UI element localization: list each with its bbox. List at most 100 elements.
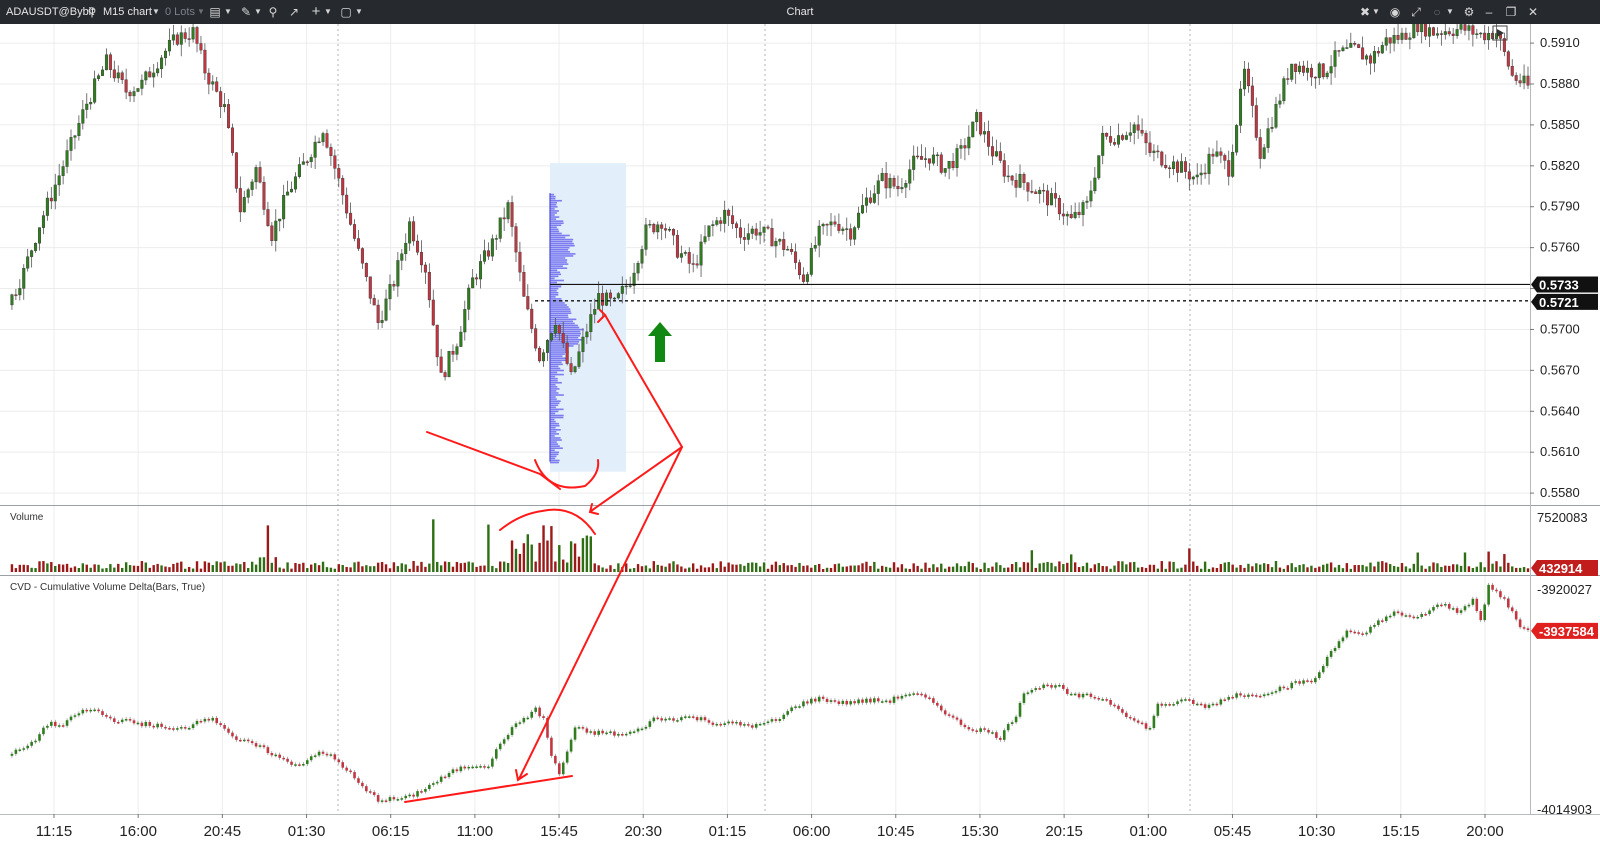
close-icon[interactable]: ✕ [1526,0,1540,24]
dropdown-arrow-icon[interactable]: ▼ [1371,0,1381,24]
volume-bar-down [723,566,726,572]
cvd-bar-up [447,773,451,778]
candle-up [1298,65,1302,72]
cvd-bar-up [10,753,14,756]
dropdown-arrow-icon[interactable]: ▼ [354,0,364,24]
volume-bar-up [1042,562,1045,572]
dropdown-arrow-icon[interactable]: ▼ [151,0,161,24]
candle-down [727,209,731,216]
volume-bar-down [1184,564,1187,572]
cvd-bar-down [262,745,266,748]
candle-up [1235,125,1239,153]
fullscreen-icon[interactable]: ⤢ [1408,0,1424,24]
candle-up [104,54,108,71]
volume-bar-down [187,566,191,572]
candle-down [1302,65,1306,73]
volume-bar-up [762,562,766,572]
volume-bar-down [554,561,557,572]
dropdown-arrow-icon[interactable]: ▼ [1445,0,1455,24]
layout-icon[interactable]: ▢ [339,0,353,24]
candle-down [112,69,116,79]
volume-bar-up [975,567,978,572]
candle-down [1211,153,1215,157]
candle-down [979,112,983,135]
chart-canvas[interactable]: Volume CVD - Cumulative Volume Delta(Bar… [0,24,1600,856]
cvd-bar-down [1381,620,1384,622]
indicator-icon[interactable]: ↗ [287,0,301,24]
profile-bar [550,253,576,255]
cvd-bar-down [223,725,226,729]
volume-bar-down [1129,562,1132,572]
candle-down [1396,35,1400,40]
volume-bar-down [1432,562,1435,572]
volume-bar-up [1262,563,1266,572]
profile-bar [550,431,557,433]
volume-bar-down [357,561,360,572]
dropdown-arrow-icon[interactable]: ▼ [223,0,233,24]
candle-down [514,226,518,253]
candle-down [892,178,896,187]
pin-icon[interactable]: ✖ [1358,0,1372,24]
price-tick-label: 0.5760 [1540,240,1580,255]
cvd-bar-up [617,734,620,736]
crosshair-icon[interactable]: + [309,0,323,24]
cvd-bar-up [1274,691,1278,693]
cvd-bar-up [1341,637,1345,642]
candle-up [388,284,392,300]
circle-icon[interactable]: ○ [1430,0,1444,24]
cvd-bar-down [1353,631,1357,634]
dropdown-arrow-icon[interactable]: ▼ [196,0,206,24]
profile-bar [550,269,558,272]
volume-bar-down [668,563,671,572]
candle-down [687,252,691,264]
candle-down [502,217,506,220]
symbol-label[interactable]: ADAUSDT@Bybit [6,0,94,24]
volume-bar-down [542,525,545,572]
profile-bar [550,206,558,208]
dropdown-arrow-icon[interactable]: ▼ [323,0,333,24]
cvd-bar-up [727,721,730,724]
cvd-bar-up [648,721,652,727]
candle-up [1329,66,1333,74]
volume-bar-up [853,565,856,572]
volume-bar-down [85,564,88,572]
cvd-bar-down [1424,613,1427,616]
candle-up [34,243,38,251]
minimize-icon[interactable]: – [1482,0,1496,24]
cvd-bar-down [483,766,486,768]
cvd-bar-up [1345,630,1349,638]
volume-bar-down [727,562,730,572]
candle-down [927,158,931,164]
search-icon[interactable]: ⚲ [86,0,98,24]
candle-up [644,224,648,250]
dropdown-arrow-icon[interactable]: ▼ [253,0,263,24]
volume-bar-down [1286,565,1289,572]
volume-bar-down [499,561,502,572]
candle-down [439,356,443,373]
lots-field[interactable]: 0 Lots [165,0,195,24]
price-tick-label: 0.5700 [1540,321,1580,336]
volume-bar-down [1400,563,1404,572]
zoom-icon[interactable]: ⚲ [266,0,280,24]
pencil-icon[interactable]: ✎ [239,0,253,24]
volume-bar-up [530,544,533,572]
settings-icon[interactable]: ⚙ [1462,0,1476,24]
profile-bar [550,257,566,259]
order-book-icon[interactable]: ▤ [208,0,222,24]
volume-bar-up [250,561,254,572]
profile-bar [550,240,573,243]
cvd-bar-up [1266,693,1270,696]
cvd-bar-down [1136,720,1140,723]
candle-up [1172,161,1176,170]
profile-bar [550,424,560,427]
timeframe-label[interactable]: M15 chart [103,0,152,24]
cvd-bar-down [254,743,258,747]
volume-bar-up [124,562,128,572]
camera-icon[interactable]: ◉ [1387,0,1403,24]
restore-icon[interactable]: ❐ [1504,0,1518,24]
volume-bar-down [936,567,939,572]
profile-bar [550,322,575,325]
candle-up [648,224,652,226]
cvd-bar-down [896,696,900,699]
candle-up [864,197,868,206]
